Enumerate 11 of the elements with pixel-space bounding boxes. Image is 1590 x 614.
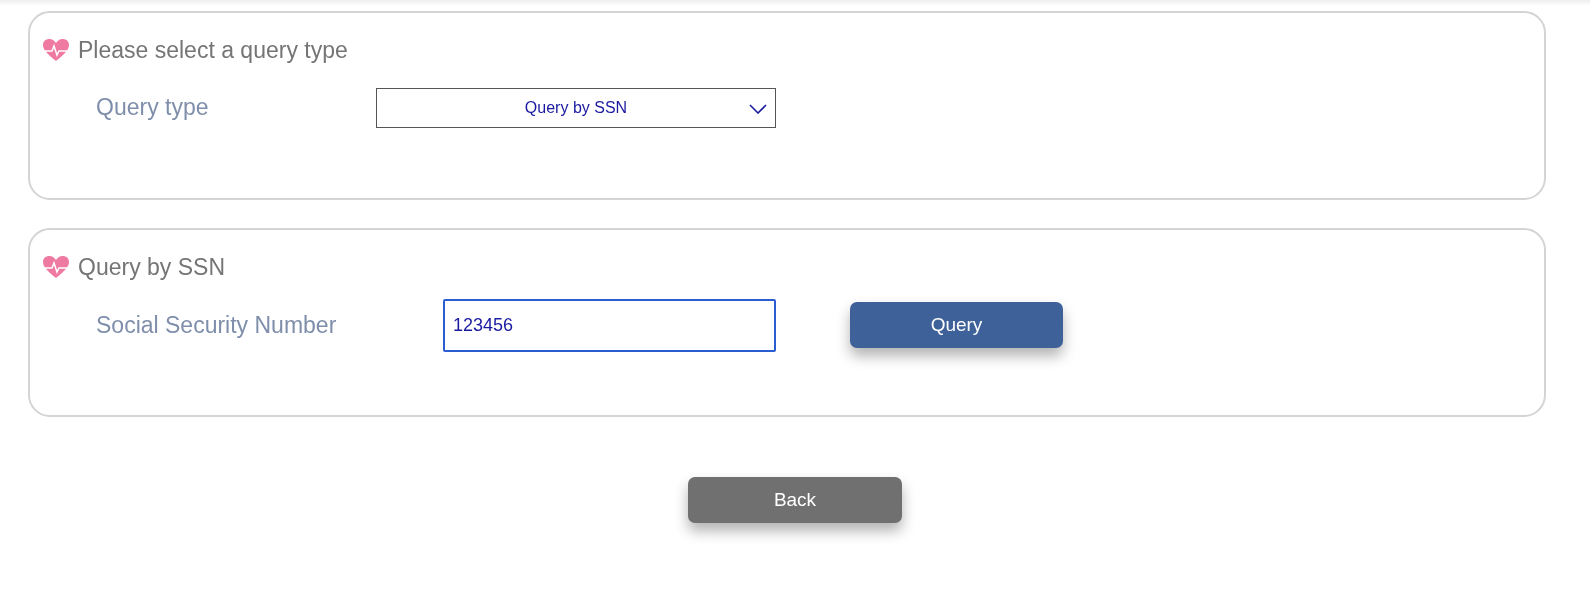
heart-pulse-icon	[42, 38, 70, 63]
query-type-dropdown[interactable]: Query by SSN	[376, 87, 776, 128]
ssn-input-field[interactable]: 123456	[443, 298, 776, 352]
field-label: Query type	[96, 93, 210, 123]
query-button[interactable]: Query	[850, 302, 1063, 348]
field-label: Social Security Number	[96, 310, 338, 340]
heart-pulse-icon	[42, 255, 70, 280]
back-button[interactable]: Back	[688, 477, 902, 523]
panel-title: Please select a query type	[78, 36, 348, 65]
panel-title: Query by SSN	[78, 253, 225, 282]
chevron-down-icon	[749, 103, 767, 114]
